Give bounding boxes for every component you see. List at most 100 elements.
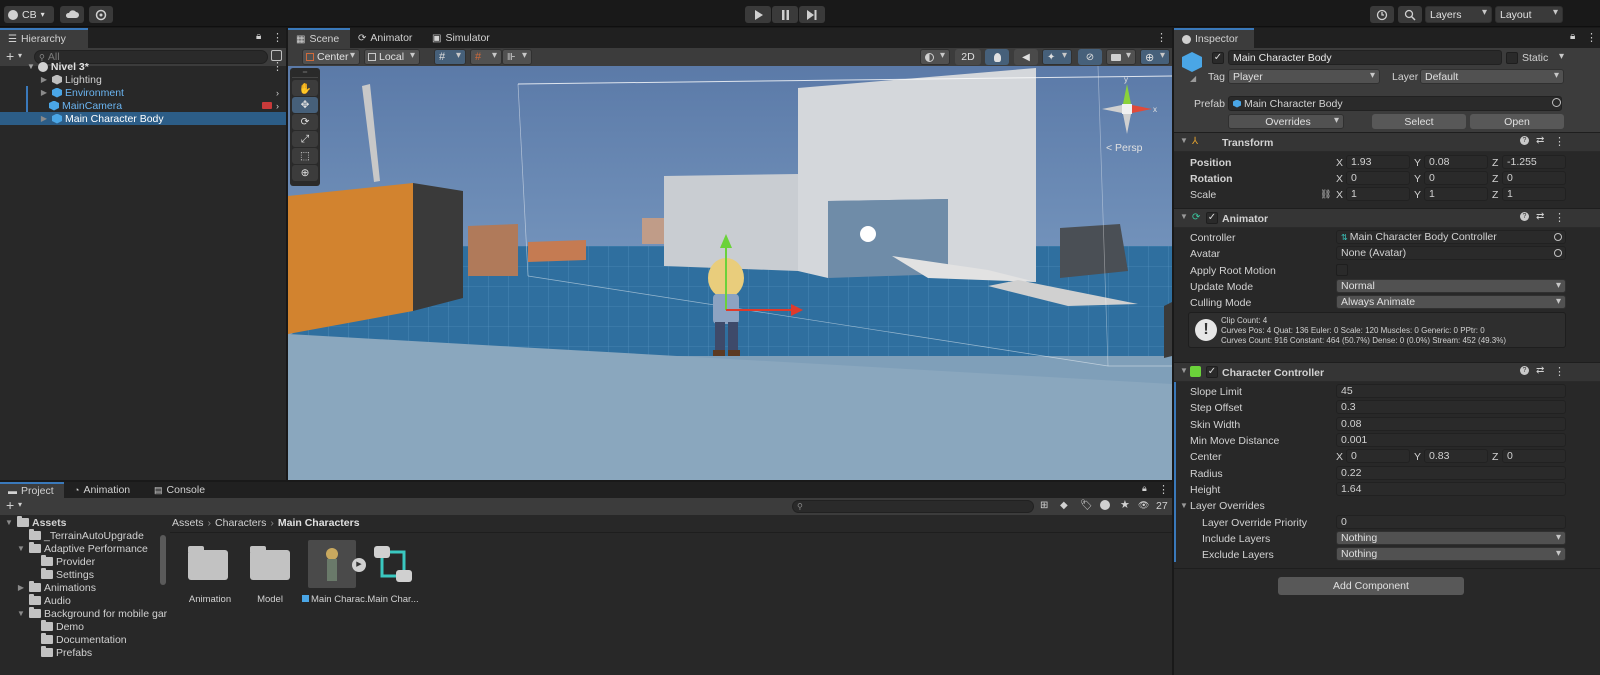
move-tool-button[interactable]: ✥: [292, 97, 318, 113]
asset-item[interactable]: Main Char...: [364, 540, 422, 605]
drag-handle-icon[interactable]: ═: [292, 70, 318, 78]
active-checkbox[interactable]: ✓: [1212, 52, 1224, 64]
asset-item[interactable]: Model: [242, 542, 298, 605]
step-button[interactable]: [799, 6, 825, 23]
gizmos-dropdown[interactable]: ⊕: [1140, 49, 1170, 65]
object-name-input[interactable]: Main Character Body: [1228, 50, 1502, 65]
search-by-type-icon[interactable]: ⊞: [1040, 500, 1048, 511]
position-x-label[interactable]: X: [1336, 157, 1343, 169]
static-dropdown[interactable]: [1554, 51, 1568, 65]
help-icon[interactable]: ?: [1520, 212, 1529, 221]
include-layers-dropdown[interactable]: Nothing: [1336, 531, 1566, 545]
effects-dropdown[interactable]: ✦: [1042, 49, 1072, 65]
overrides-dropdown[interactable]: Overrides: [1228, 114, 1344, 129]
tree-row-maincamera[interactable]: MainCamera ›: [0, 99, 286, 112]
scale-tool-button[interactable]: ⤢: [292, 131, 318, 147]
animator-header[interactable]: ▼ ⟳ ✓ Animator ? ⇄ ⋮: [1174, 208, 1600, 228]
folder-tree-item[interactable]: ▼ Background for mobile gar: [0, 607, 168, 620]
position-x-input[interactable]: 1.93: [1346, 155, 1410, 169]
folder-tree-item[interactable]: _TerrainAutoUpgrade: [0, 529, 168, 542]
tab-project[interactable]: ▬ Project: [0, 482, 64, 498]
object-picker-icon[interactable]: [1552, 98, 1561, 107]
scale-x-label[interactable]: X: [1336, 189, 1343, 201]
breadcrumb-item[interactable]: Assets: [172, 517, 204, 529]
culling-mode-dropdown[interactable]: Always Animate: [1336, 295, 1566, 309]
tab-hierarchy[interactable]: ☰ Hierarchy: [0, 28, 88, 48]
height-input[interactable]: 1.64: [1336, 482, 1566, 496]
search-button[interactable]: [1398, 6, 1422, 23]
favorite-icon[interactable]: ★: [1120, 498, 1130, 511]
cc-enabled-checkbox[interactable]: ✓: [1206, 366, 1218, 378]
center-y-input[interactable]: 0.83: [1424, 449, 1488, 463]
position-y-input[interactable]: 0.08: [1424, 155, 1488, 169]
scale-y-label[interactable]: Y: [1414, 189, 1421, 201]
layout-dropdown[interactable]: Layout: [1495, 6, 1563, 23]
scale-x-input[interactable]: 1: [1346, 187, 1410, 201]
tree-row-main-character-body[interactable]: ▶ Main Character Body: [0, 112, 286, 125]
center-z-label[interactable]: Z: [1492, 451, 1498, 463]
more-icon[interactable]: ⋮: [272, 31, 283, 44]
camera-dropdown[interactable]: [1106, 49, 1136, 65]
center-x-input[interactable]: 0: [1346, 449, 1410, 463]
constrain-proportions-icon[interactable]: ⛓: [1320, 189, 1331, 200]
folder-tree-item[interactable]: ▼ Assets: [0, 516, 168, 529]
pause-button[interactable]: [772, 6, 798, 23]
static-checkbox[interactable]: [1506, 52, 1518, 64]
slope-limit-input[interactable]: 45: [1336, 384, 1566, 398]
help-icon[interactable]: ?: [1520, 366, 1529, 375]
position-z-label[interactable]: Z: [1492, 157, 1498, 169]
tab-scene[interactable]: ▦ Scene: [288, 28, 350, 48]
more-icon[interactable]: ⋮: [1156, 31, 1167, 44]
layer-dropdown[interactable]: Default: [1420, 69, 1564, 84]
grid-snapping-dropdown[interactable]: #: [434, 49, 466, 65]
rotation-z-label[interactable]: Z: [1492, 173, 1498, 185]
tree-row-environment[interactable]: ▶ Environment ›: [0, 86, 286, 99]
folder-tree-item[interactable]: Documentation: [0, 633, 168, 646]
presets-icon[interactable]: ⇄: [1536, 135, 1544, 146]
scale-z-label[interactable]: Z: [1492, 189, 1498, 201]
character-controller-header[interactable]: ▼ ✓ Character Controller ? ⇄ ⋮: [1174, 362, 1600, 382]
pivot-dropdown[interactable]: Center: [302, 49, 360, 65]
chevron-down-icon[interactable]: ▼: [4, 518, 14, 527]
cloud-button[interactable]: [60, 6, 84, 23]
skin-width-input[interactable]: 0.08: [1336, 417, 1566, 431]
draw-mode-dropdown[interactable]: [920, 49, 950, 65]
tab-animation[interactable]: ◔ Animation: [66, 482, 138, 498]
more-icon[interactable]: ⋮: [1554, 211, 1565, 224]
layer-overrides-label[interactable]: Layer Overrides: [1190, 500, 1265, 512]
object-picker-icon[interactable]: [1554, 249, 1562, 257]
apply-root-motion-checkbox[interactable]: [1336, 264, 1348, 276]
account-button[interactable]: CB ▾: [4, 6, 54, 23]
tree-row-scene[interactable]: ▼ Nivel 3* ⋮: [0, 60, 286, 74]
center-z-input[interactable]: 0: [1502, 449, 1566, 463]
add-component-button[interactable]: Add Component: [1278, 577, 1464, 595]
search-by-label-icon[interactable]: ◆: [1060, 500, 1068, 511]
presets-icon[interactable]: ⇄: [1536, 211, 1544, 222]
snap-settings-dropdown[interactable]: ⊪: [502, 49, 532, 65]
add-icon[interactable]: +: [6, 497, 14, 513]
tab-simulator[interactable]: ▣ Simulator: [424, 28, 498, 48]
tag-icon[interactable]: 🏷︎: [1080, 500, 1093, 511]
object-picker-icon[interactable]: [1554, 233, 1562, 241]
folder-tree-item[interactable]: Demo: [0, 620, 168, 633]
lock-icon[interactable]: 🔒︎: [1570, 31, 1575, 42]
tree-row-lighting[interactable]: ▶ Lighting: [0, 73, 286, 86]
breadcrumb-item[interactable]: Characters: [215, 517, 266, 529]
tag-dropdown[interactable]: Player: [1228, 69, 1380, 84]
chevron-down-icon[interactable]: ▼: [16, 544, 26, 553]
center-x-label[interactable]: X: [1336, 451, 1343, 463]
more-icon[interactable]: ⋮: [1158, 483, 1169, 496]
open-button[interactable]: Open: [1470, 114, 1564, 129]
hand-tool-button[interactable]: ✋: [292, 80, 318, 96]
folder-tree-item[interactable]: Prefabs: [0, 646, 168, 659]
lock-icon[interactable]: 🔒︎: [256, 31, 261, 42]
transform-tool-button[interactable]: ⊕: [292, 165, 318, 181]
more-icon[interactable]: ⋮: [272, 60, 283, 73]
orientation-gizmo[interactable]: y x: [1092, 74, 1162, 144]
radius-input[interactable]: 0.22: [1336, 466, 1566, 480]
scene-viewport[interactable]: ═ ✋ ✥ ⟳ ⤢ ⬚ ⊕ y x < Persp: [288, 66, 1172, 480]
step-offset-input[interactable]: 0.3: [1336, 400, 1566, 414]
rect-tool-button[interactable]: ⬚: [292, 148, 318, 164]
breadcrumb-item[interactable]: Main Characters: [278, 517, 360, 529]
history-button[interactable]: [1370, 6, 1394, 23]
